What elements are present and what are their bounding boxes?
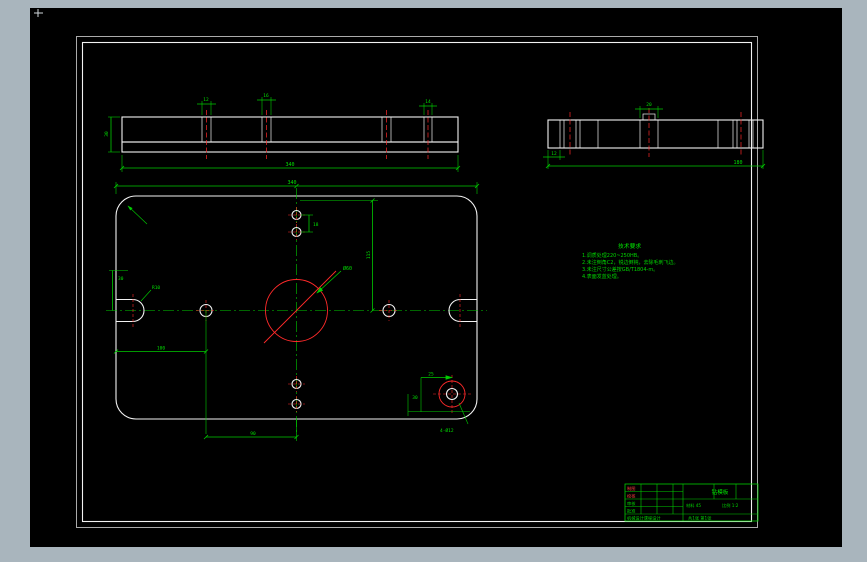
dim-side-boss[interactable]: 20 [646,102,652,108]
dim-plan-left-span[interactable]: 100 [157,346,165,352]
dim-plan-width[interactable]: 340 [287,180,296,186]
dim-front-hole3[interactable]: 14 [425,99,431,105]
model-space-canvas[interactable] [30,8,842,547]
dim-br-x[interactable]: 25 [428,372,434,378]
tb-design-label: 制图 [627,485,635,492]
dim-front-height[interactable]: 30 [104,131,110,137]
tb-material: 材料 45 [686,502,701,509]
tb-scale: 比例 1:2 [722,502,739,509]
drawing-svg: 12 16 14 340 30 20 12 180 Ø60 18 R10 340… [30,8,842,547]
tb-part-name: 钻模板 [712,488,729,496]
dim-plan-right-height[interactable]: 115 [366,251,372,259]
dim-bore[interactable]: Ø60 [343,265,352,272]
dim-plan-bottom-span[interactable]: 90 [250,431,256,437]
dim-hole-pair[interactable]: 18 [313,222,319,228]
dim-plan-left-offset[interactable]: 30 [118,276,124,282]
tb-sheet: 共1张 第1张 [688,515,712,522]
tb-check-label: 校核 [627,493,636,500]
tb-org: 机械设计课程设计 [627,515,661,522]
dim-side-length[interactable]: 180 [733,160,742,166]
notes-title[interactable]: 技术要求 [618,242,641,250]
notes-line-3[interactable]: 3.未注尺寸公差按GB/T1804-m。 [582,266,658,273]
cad-window: 12 16 14 340 30 20 12 180 Ø60 18 R10 340… [0,0,867,562]
tb-approve-label: 批准 [627,508,635,515]
dim-side-slot[interactable]: 12 [551,151,557,157]
dim-slot-radius[interactable]: R10 [152,285,160,291]
dim-front-hole2[interactable]: 16 [263,93,269,99]
notes-line-4[interactable]: 4.表面发蓝处理。 [582,273,622,280]
notes-line-2[interactable]: 2.未注倒角C2，锐边倒钝，去除毛刺飞边。 [582,259,678,266]
dim-br-callout[interactable]: 4-Ø12 [440,427,454,434]
dim-br-y[interactable]: 30 [412,395,418,401]
tb-audit-label: 审核 [627,500,636,507]
dim-front-hole1[interactable]: 12 [203,97,209,103]
dim-front-length[interactable]: 340 [285,162,294,168]
notes-line-1[interactable]: 1.调质处理220~250HB。 [582,252,642,259]
